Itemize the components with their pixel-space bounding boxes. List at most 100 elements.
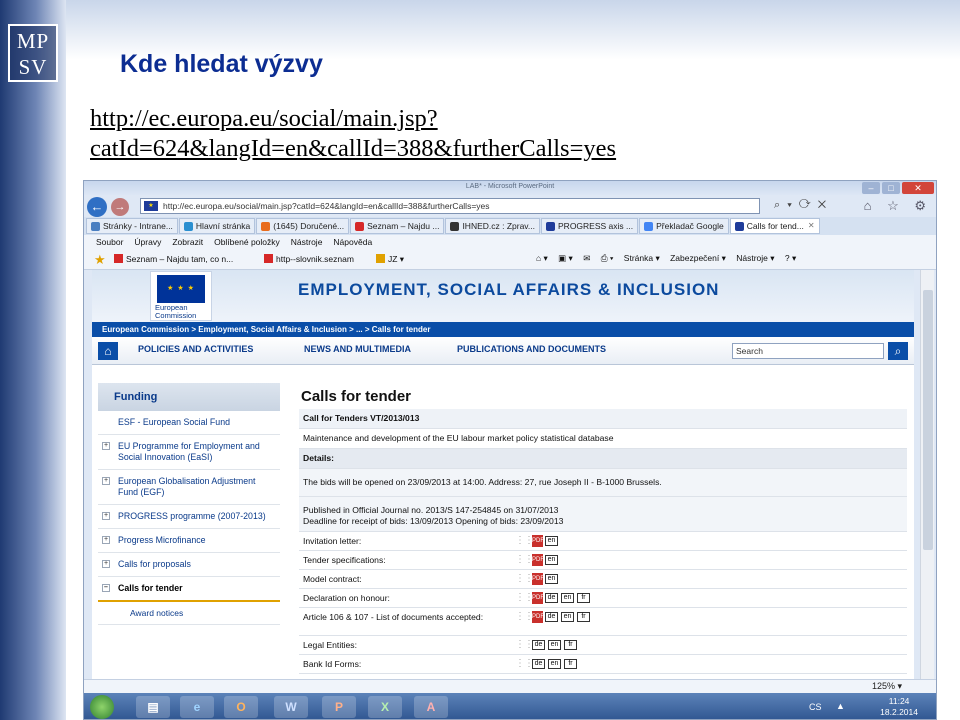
clock[interactable]: 11:24 18.2.2014 (880, 696, 918, 718)
lang-link[interactable]: en (545, 574, 558, 584)
zoom-level[interactable]: 125% ▾ (872, 681, 902, 692)
tray-expand-icon[interactable]: ▲ (836, 701, 845, 711)
expand-icon[interactable]: + (102, 477, 110, 485)
taskbar: ▤ e O W P X A CS ▲ 11:24 18.2.2014 (84, 693, 936, 719)
lang-link[interactable]: en (545, 536, 558, 546)
page-menu[interactable]: Stránka ▾ (624, 253, 660, 263)
outlook-icon[interactable]: O (224, 696, 258, 718)
lang-link[interactable]: fr (564, 639, 577, 650)
collapse-icon[interactable]: – (102, 584, 110, 592)
breadcrumb[interactable]: European Commission > Employment, Social… (92, 322, 914, 337)
menu-nastroje[interactable]: Nástroje (291, 235, 323, 250)
doc-row-model-contract: Model contract: ⋮⋮ PDF en (299, 570, 907, 589)
nav-publications[interactable]: PUBLICATIONS AND DOCUMENTS (457, 344, 606, 354)
pdf-icon[interactable]: PDF (532, 535, 544, 547)
favorites-star-icon[interactable]: ★ (94, 252, 106, 268)
nav-news[interactable]: NEWS AND MULTIMEDIA (304, 344, 411, 354)
home-favorites-tools-icons[interactable]: ⌂ ☆ ⚙ (864, 198, 932, 214)
menu-upravy[interactable]: Úpravy (134, 235, 161, 250)
expand-icon[interactable]: + (102, 536, 110, 544)
tab-calls-for-tender[interactable]: Calls for tend... ✕ (729, 218, 820, 234)
page-scrollbar[interactable] (920, 270, 934, 695)
url-input[interactable]: http://ec.europa.eu/social/main.jsp?catI… (140, 198, 760, 214)
start-button[interactable] (90, 695, 114, 719)
ec-logo[interactable]: ★ ★ ★ European Commission (150, 271, 212, 321)
menu-soubor[interactable]: Soubor (96, 235, 123, 250)
pdf-icon[interactable]: PDF (532, 573, 544, 585)
lnav-progress[interactable]: + PROGRESS programme (2007-2013) (98, 505, 280, 529)
lang-link[interactable]: de (545, 593, 558, 603)
lang-link[interactable]: fr (577, 593, 590, 603)
home-cmd[interactable]: ⌂ ▾ (536, 253, 548, 263)
pdf-icon[interactable]: PDF (532, 611, 544, 623)
lang-link[interactable]: en (548, 639, 561, 650)
powerpoint-icon[interactable]: P (322, 696, 356, 718)
lang-link[interactable]: fr (577, 612, 590, 622)
expand-icon[interactable]: + (102, 512, 110, 520)
favicon-icon (264, 254, 273, 263)
lang-link[interactable]: en (561, 593, 574, 603)
lnav-calls-proposals[interactable]: + Calls for proposals (98, 553, 280, 577)
close-button[interactable]: ✕ (902, 182, 934, 194)
acrobat-icon[interactable]: A (414, 696, 448, 718)
lnav-esf[interactable]: ESF - European Social Fund (98, 411, 280, 435)
pdf-icon[interactable]: PDF (532, 592, 544, 604)
menu-napoveda[interactable]: Nápověda (333, 235, 372, 250)
nav-policies[interactable]: POLICIES AND ACTIVITIES (138, 344, 253, 354)
forward-button[interactable]: → (111, 198, 129, 216)
lnav-microfinance[interactable]: + Progress Microfinance (98, 529, 280, 553)
tab-close-icon[interactable]: ✕ (808, 219, 815, 233)
tab-hlavni-stranka[interactable]: Hlavní stránka (178, 218, 256, 234)
lnav-easi[interactable]: + EU Programme for Employment and Social … (98, 435, 280, 470)
favorite-slovnik[interactable]: http--slovnik.seznam (264, 254, 354, 264)
tab-google-translate[interactable]: Překladač Google (639, 218, 729, 234)
tab-progress[interactable]: PROGRESS axis ... (541, 218, 639, 234)
lang-link[interactable]: en (561, 612, 574, 622)
favorite-jz[interactable]: JZ ▾ (376, 254, 404, 265)
help-menu[interactable]: ? ▾ (785, 253, 796, 263)
tab-seznam[interactable]: Seznam – Najdu ... (350, 218, 445, 234)
lang-link[interactable]: de (532, 658, 545, 669)
security-menu[interactable]: Zabezpečení ▾ (670, 253, 726, 263)
maximize-button[interactable]: □ (882, 182, 900, 194)
internet-explorer-icon[interactable]: e (180, 696, 214, 718)
lang-link[interactable]: de (532, 639, 545, 650)
tab-ihned[interactable]: IHNED.cz : Zprav... (445, 218, 541, 234)
language-indicator[interactable]: CS (809, 702, 822, 712)
lnav-award-notices[interactable]: Award notices (98, 602, 280, 625)
lang-link[interactable]: en (545, 555, 558, 565)
menu-oblibene[interactable]: Oblíbené položky (214, 235, 280, 250)
tab-dorucene[interactable]: (1645) Doručené... (256, 218, 350, 234)
lnav-egf[interactable]: + European Globalisation Adjustment Fund … (98, 470, 280, 505)
mail-cmd[interactable]: ✉ (583, 253, 590, 263)
tender-table: Call for Tenders VT/2013/013 Maintenance… (299, 409, 907, 674)
pdf-icon[interactable]: PDF (532, 554, 544, 566)
expand-icon[interactable]: + (102, 560, 110, 568)
word-icon[interactable]: W (274, 696, 308, 718)
favorite-seznam[interactable]: Seznam – Najdu tam, co n... (114, 254, 233, 264)
menu-zobrazit[interactable]: Zobrazit (172, 235, 203, 250)
address-tools[interactable]: ⌕ ▾ ⟳ ✕ (774, 199, 828, 212)
doc-row-specifications: Tender specifications: ⋮⋮ PDF en (299, 551, 907, 570)
home-icon[interactable]: ⌂ (98, 342, 118, 360)
print-cmd[interactable]: ⎙ ▾ (601, 253, 614, 263)
doc-row-declaration: Declaration on honour: ⋮⋮ PDF de en fr (299, 589, 907, 608)
favicon-icon (183, 221, 193, 231)
excel-icon[interactable]: X (368, 696, 402, 718)
minimize-button[interactable]: – (862, 182, 880, 194)
rss-cmd[interactable]: ▣ ▾ (558, 253, 573, 263)
slide-url-link[interactable]: http://ec.europa.eu/social/main.jsp?catI… (90, 104, 940, 164)
search-icon[interactable]: ⌕ (888, 342, 908, 360)
back-button[interactable]: ← (87, 197, 107, 217)
lang-link[interactable]: fr (564, 658, 577, 669)
tools-menu[interactable]: Nástroje ▾ (736, 253, 774, 263)
explorer-icon[interactable]: ▤ (136, 696, 170, 718)
search-input[interactable]: Search (732, 343, 884, 359)
lnav-calls-tender[interactable]: – Calls for tender (98, 577, 280, 602)
favorites-bar: ★ Seznam – Najdu tam, co n... http--slov… (84, 250, 936, 270)
expand-icon[interactable]: + (102, 442, 110, 450)
scrollbar-thumb[interactable] (923, 290, 933, 550)
lang-link[interactable]: en (548, 658, 561, 669)
lang-link[interactable]: de (545, 612, 558, 622)
tab-intranet[interactable]: Stránky - Intrane... (86, 218, 178, 234)
